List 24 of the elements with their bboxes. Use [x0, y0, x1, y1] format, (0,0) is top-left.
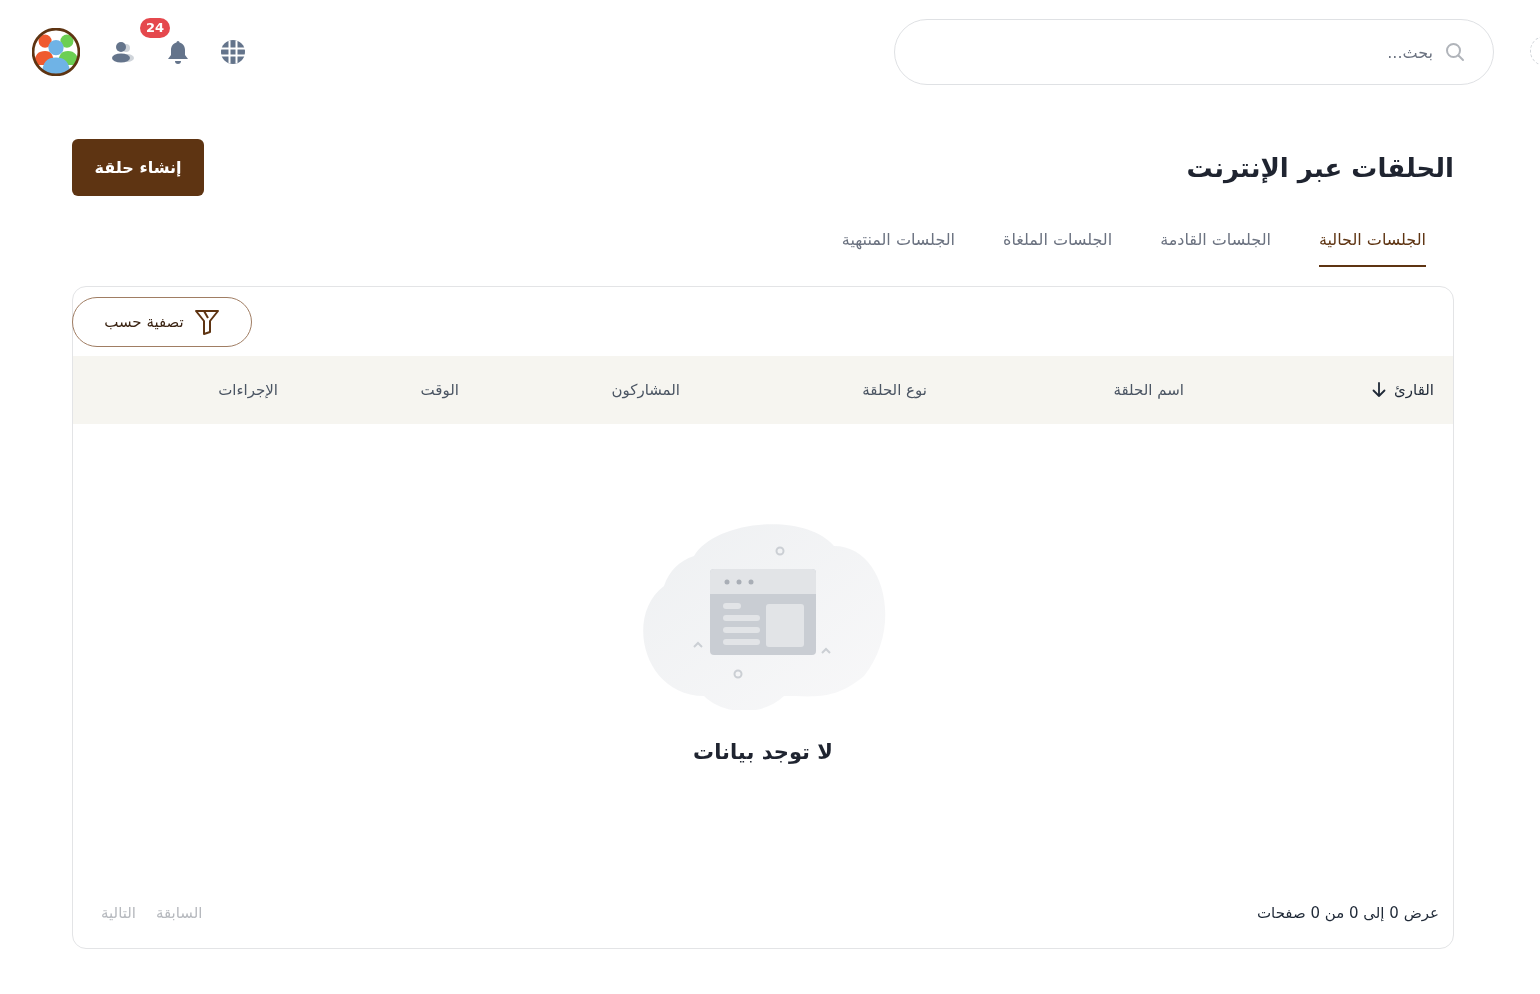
- avatar-icon[interactable]: [32, 28, 80, 76]
- tab[interactable]: الجلسات المنتهية: [841, 224, 956, 267]
- tab[interactable]: الجلسات القادمة: [1160, 224, 1271, 267]
- filter-icon: [193, 308, 220, 336]
- column-header: نوع الحلقة: [862, 381, 927, 399]
- column-header: المشاركون: [611, 381, 680, 399]
- tab[interactable]: الجلسات الملغاة: [1003, 224, 1113, 267]
- notification-badge: 24: [140, 18, 171, 38]
- tab[interactable]: الجلسات الحالية: [1318, 224, 1426, 267]
- search-icon: [1445, 42, 1465, 62]
- page-title: الحلقات عبر الإنترنت: [1186, 152, 1454, 183]
- globe-icon[interactable]: [220, 39, 246, 65]
- column-header: الوقت: [420, 381, 459, 399]
- column-header: اسم الحلقة: [1113, 381, 1184, 399]
- page-info: عرض 0 إلى 0 من 0 صفحات: [1256, 904, 1439, 922]
- users-icon[interactable]: [110, 39, 136, 65]
- column-header[interactable]: القارئ: [1372, 381, 1434, 399]
- filter-button[interactable]: تصفية حسب: [72, 297, 252, 347]
- sort-arrow-icon[interactable]: [1372, 382, 1387, 398]
- empty-message: لا توجد بيانات: [693, 740, 833, 764]
- bell-icon[interactable]: [166, 39, 190, 65]
- search-input[interactable]: بحث...: [923, 41, 1435, 63]
- create-button[interactable]: إنشاء حلقة: [72, 139, 204, 196]
- column-header: الإجراءات: [218, 381, 278, 399]
